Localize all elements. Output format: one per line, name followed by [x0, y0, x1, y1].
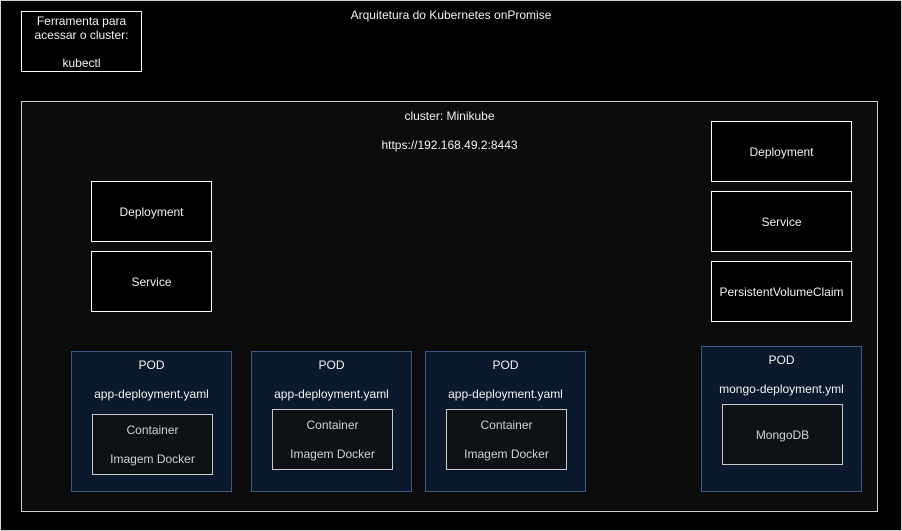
- container-image: Imagem Docker: [110, 452, 195, 466]
- diagram-title: Arquitetura do Kubernetes onPromise: [350, 8, 552, 22]
- pvc-label: PersistentVolumeClaim: [719, 284, 844, 299]
- app-deployment-box: Deployment: [91, 181, 212, 242]
- mongo-service-box: Service: [711, 191, 852, 252]
- container-label: Container: [306, 418, 359, 432]
- kubectl-box-line2: acessar o cluster:: [34, 28, 129, 42]
- pod-file: app-deployment.yaml: [448, 387, 563, 401]
- pod-title: POD: [768, 353, 795, 367]
- app-deployment-label: Deployment: [119, 204, 184, 219]
- pod-container: Container Imagem Docker: [446, 409, 567, 470]
- diagram-canvas: Arquitetura do Kubernetes onPromise Ferr…: [0, 0, 902, 531]
- app-service-label: Service: [131, 274, 172, 289]
- app-pod-1: POD app-deployment.yaml Container Imagem…: [71, 351, 232, 492]
- pod-title: POD: [318, 358, 345, 372]
- mongo-deployment-box: Deployment: [711, 121, 852, 182]
- pod-container: Container Imagem Docker: [92, 414, 213, 475]
- mongo-pod: POD mongo-deployment.yml MongoDB: [701, 346, 862, 492]
- pod-file: app-deployment.yaml: [94, 387, 209, 401]
- kubectl-box: Ferramenta para acessar o cluster: kubec…: [21, 11, 142, 72]
- app-pod-3: POD app-deployment.yaml Container Imagem…: [425, 351, 586, 492]
- mongo-service-label: Service: [761, 214, 802, 229]
- pod-container: Container Imagem Docker: [272, 409, 393, 470]
- mongodb-container: MongoDB: [722, 404, 843, 465]
- kubectl-box-line1: Ferramenta para: [36, 14, 127, 28]
- pod-file: mongo-deployment.yml: [719, 382, 844, 396]
- pod-title: POD: [492, 358, 519, 372]
- mongodb-label: MongoDB: [755, 427, 810, 442]
- app-service-box: Service: [91, 251, 212, 312]
- container-label: Container: [480, 418, 533, 432]
- container-image: Imagem Docker: [464, 447, 549, 461]
- pvc-box: PersistentVolumeClaim: [711, 261, 852, 322]
- pod-title: POD: [138, 358, 165, 372]
- mongo-deployment-label: Deployment: [749, 144, 814, 159]
- container-image: Imagem Docker: [290, 447, 375, 461]
- pod-file: app-deployment.yaml: [274, 387, 389, 401]
- app-pod-2: POD app-deployment.yaml Container Imagem…: [251, 351, 412, 492]
- container-label: Container: [126, 423, 179, 437]
- kubectl-box-line3: kubectl: [62, 56, 101, 70]
